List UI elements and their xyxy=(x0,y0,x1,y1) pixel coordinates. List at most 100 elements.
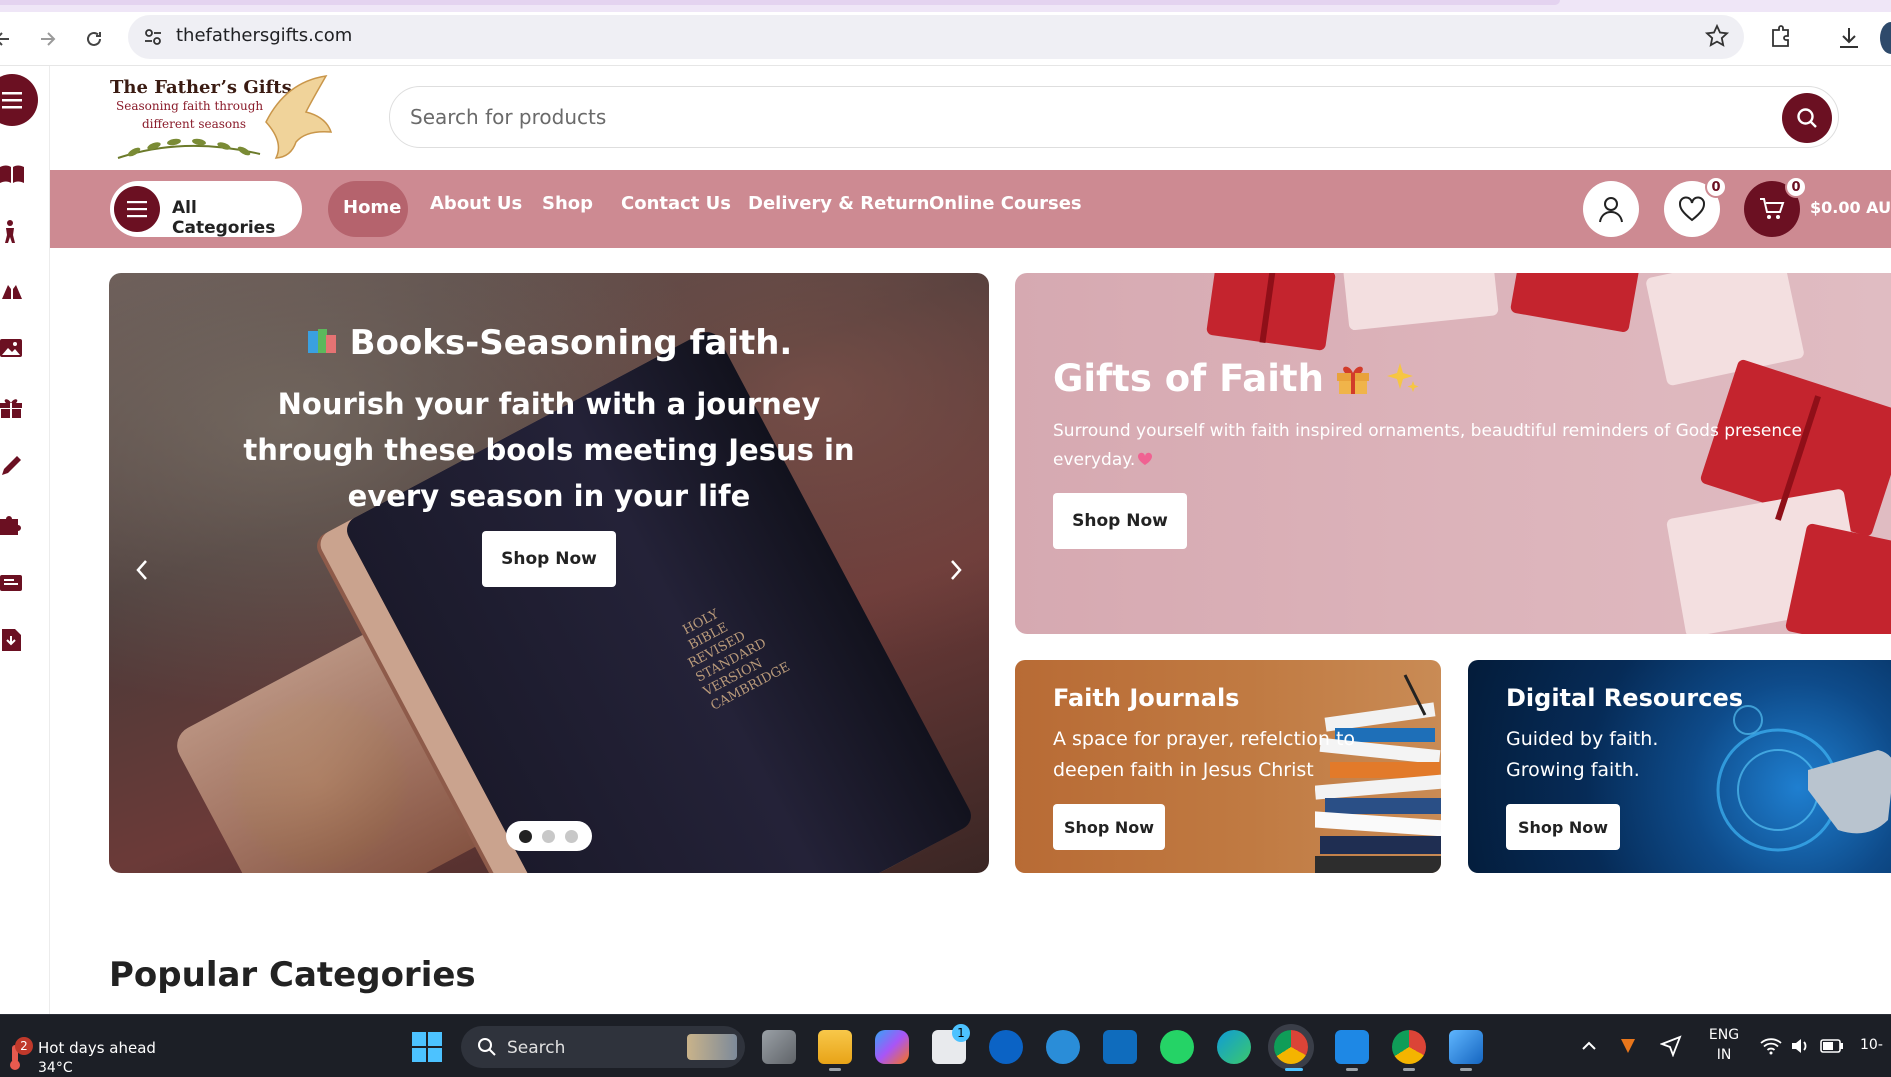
heart-icon xyxy=(1679,196,1705,222)
gifts-title-text: Gifts of Faith xyxy=(1053,357,1324,400)
search-button[interactable] xyxy=(1782,93,1832,143)
sparkling-heart-icon xyxy=(1138,452,1153,465)
chrome-profile-icon[interactable] xyxy=(1392,1030,1426,1064)
tray-app-icon[interactable] xyxy=(1618,1035,1638,1057)
slider-dot-3[interactable] xyxy=(565,830,578,843)
person-icon[interactable] xyxy=(0,219,26,245)
battery-icon[interactable] xyxy=(1820,1037,1844,1055)
volume-icon[interactable] xyxy=(1790,1037,1812,1055)
edge-icon[interactable] xyxy=(1217,1030,1251,1064)
gifts-shop-now-button[interactable]: Shop Now xyxy=(1053,493,1187,549)
praying-hands-icon[interactable] xyxy=(0,277,26,303)
all-categories-button[interactable]: All Categories xyxy=(110,181,302,238)
language-indicator-line2[interactable]: IN xyxy=(1706,1047,1742,1063)
search-icon xyxy=(1797,108,1817,128)
back-icon[interactable] xyxy=(0,22,20,56)
rail-menu-button[interactable] xyxy=(0,74,38,126)
search-icon xyxy=(478,1038,496,1056)
outlook-icon[interactable] xyxy=(1103,1030,1137,1064)
language-indicator-line1[interactable]: ENG xyxy=(1706,1027,1742,1043)
gift-image-3 xyxy=(1509,273,1641,333)
book-icon[interactable] xyxy=(0,162,26,188)
site-logo[interactable]: The Father’s Gifts Seasoning faith throu… xyxy=(106,72,336,164)
all-categories-label: All Categories xyxy=(172,198,276,238)
hero-title-text: Books-Seasoning faith. xyxy=(349,323,793,363)
clock[interactable]: 10- xyxy=(1860,1037,1891,1053)
file-explorer-running-indicator xyxy=(829,1068,841,1071)
notepad-icon[interactable] xyxy=(1335,1030,1369,1064)
url-text[interactable]: thefathersgifts.com xyxy=(176,25,352,46)
browser-tab-strip xyxy=(0,0,1891,12)
search-highlight-image xyxy=(687,1034,737,1060)
hamburger-icon xyxy=(127,201,147,218)
gift-icon[interactable] xyxy=(0,394,26,420)
copilot-icon[interactable] xyxy=(875,1030,909,1064)
search-input[interactable] xyxy=(410,101,1710,133)
nav-delivery-return[interactable]: Delivery & Return xyxy=(748,193,929,214)
store-badge: 1 xyxy=(952,1024,970,1042)
logo-tagline-line1: Seasoning faith through xyxy=(116,99,264,113)
hp-icon[interactable] xyxy=(989,1030,1023,1064)
forward-icon[interactable] xyxy=(30,22,64,56)
extensions-icon[interactable] xyxy=(1764,22,1796,54)
hero-subtitle: Nourish your faith with a journey throug… xyxy=(243,387,855,513)
digital-shop-now-button[interactable]: Shop Now xyxy=(1506,804,1620,850)
hero-title: Books-Seasoning faith. xyxy=(109,323,989,363)
weather-widget[interactable]: 2 Hot days ahead 34°C xyxy=(6,1027,206,1076)
logo-tagline-line2: different seasons xyxy=(142,117,247,131)
sparkles-emoji-icon xyxy=(1386,363,1419,392)
download-icon[interactable] xyxy=(1833,22,1865,54)
nav-about-us[interactable]: About Us xyxy=(430,193,522,214)
site-info-icon[interactable] xyxy=(142,26,164,48)
chevron-up-icon[interactable] xyxy=(1580,1037,1598,1055)
slider-prev-button[interactable] xyxy=(127,555,157,585)
account-button[interactable] xyxy=(1583,181,1639,237)
slider-dots xyxy=(506,821,592,851)
reload-icon[interactable] xyxy=(77,22,111,56)
slider-dot-2[interactable] xyxy=(542,830,555,843)
popular-categories-heading: Popular Categories xyxy=(109,955,476,995)
help-icon[interactable] xyxy=(1046,1030,1080,1064)
whatsapp-icon[interactable] xyxy=(1160,1030,1194,1064)
digital-description: Guided by faith. Growing faith. xyxy=(1506,728,1659,781)
wifi-icon[interactable] xyxy=(1760,1037,1782,1055)
profile-avatar[interactable] xyxy=(1880,22,1891,54)
taskbar-search[interactable]: Search xyxy=(461,1026,745,1068)
weather-alert-badge: 2 xyxy=(15,1037,33,1055)
file-explorer-icon[interactable] xyxy=(818,1030,852,1064)
journals-shop-now-button[interactable]: Shop Now xyxy=(1053,804,1165,850)
nav-online-courses[interactable]: Online Courses xyxy=(929,193,1082,214)
weather-title: Hot days ahead xyxy=(38,1039,156,1057)
journals-description: A space for prayer, refelction to deepen… xyxy=(1053,728,1356,781)
user-icon xyxy=(1599,197,1623,223)
cart-total[interactable]: $0.00 AUD xyxy=(1810,198,1891,217)
bookmark-star-icon[interactable] xyxy=(1704,23,1730,49)
course-icon[interactable] xyxy=(0,569,26,595)
notepad-running-indicator xyxy=(1346,1068,1358,1071)
gifts-description: Surround yourself with faith inspired or… xyxy=(1053,417,1833,475)
digital-title: Digital Resources xyxy=(1506,684,1744,712)
gifts-description-text: Surround yourself with faith inspired or… xyxy=(1053,421,1802,470)
task-view-icon[interactable] xyxy=(762,1030,796,1064)
image-icon[interactable] xyxy=(0,335,26,361)
nav-home[interactable]: Home xyxy=(328,181,408,237)
address-bar[interactable]: thefathersgifts.com xyxy=(128,15,1744,59)
chrome-icon[interactable] xyxy=(1274,1030,1308,1064)
gifts-of-faith-banner: Gifts of Faith Surround yourself with fa… xyxy=(1015,273,1891,634)
chrome-profile-running-indicator xyxy=(1403,1068,1415,1071)
pen-icon[interactable] xyxy=(0,453,26,479)
puzzle-icon[interactable] xyxy=(0,511,26,537)
photos-icon[interactable] xyxy=(1449,1030,1483,1064)
dove-icon xyxy=(265,75,333,159)
nav-contact-us[interactable]: Contact Us xyxy=(621,193,731,214)
journals-title: Faith Journals xyxy=(1053,684,1240,712)
windows-start-icon[interactable] xyxy=(411,1031,443,1063)
slider-next-button[interactable] xyxy=(941,555,971,585)
photos-running-indicator xyxy=(1460,1068,1472,1071)
location-icon[interactable] xyxy=(1660,1035,1682,1057)
slider-dot-1[interactable] xyxy=(519,830,532,843)
nav-shop[interactable]: Shop xyxy=(542,193,593,214)
hero-shop-now-button[interactable]: Shop Now xyxy=(482,531,616,587)
download-file-icon[interactable] xyxy=(0,627,26,653)
books-emoji-icon xyxy=(307,329,336,353)
